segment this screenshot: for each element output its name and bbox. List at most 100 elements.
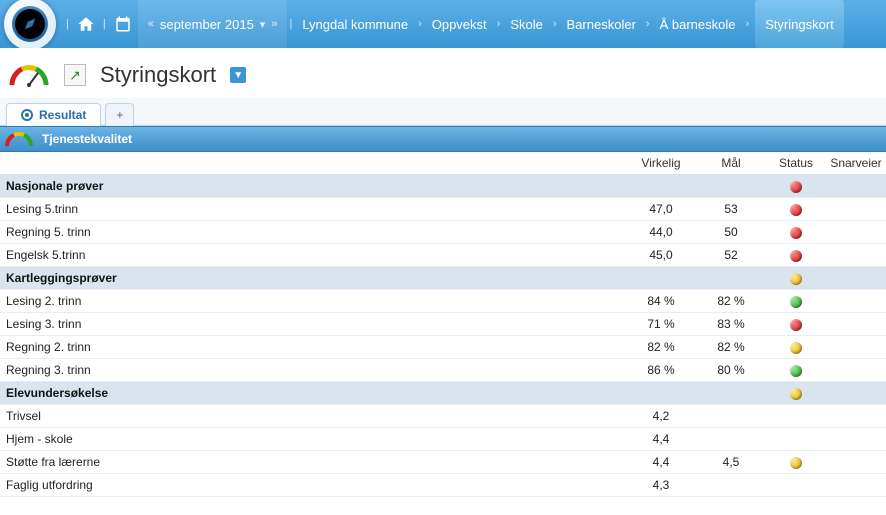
row-label: Lesing 3. trinn <box>0 313 626 336</box>
row-label: Lesing 5.trinn <box>0 198 626 221</box>
table-row[interactable]: Lesing 3. trinn71 %83 % <box>0 313 886 336</box>
tab-resultat[interactable]: Resultat <box>6 103 101 126</box>
row-snarveier <box>826 267 886 290</box>
top-bar: | | « september 2015 ▾ » | Lyngdal kommu… <box>0 0 886 48</box>
calendar-icon <box>114 15 132 33</box>
row-snarveier <box>826 290 886 313</box>
breadcrumb-item[interactable]: Oppvekst <box>424 0 495 48</box>
row-virkelig: 86 % <box>626 359 696 382</box>
chevron-down-icon: ▾ <box>260 18 266 31</box>
row-virkelig: 45,0 <box>626 244 696 267</box>
row-virkelig: 44,0 <box>626 221 696 244</box>
row-virkelig <box>626 175 696 198</box>
row-snarveier <box>826 474 886 497</box>
col-label <box>0 152 626 175</box>
divider: | <box>101 0 108 48</box>
row-maal <box>696 175 766 198</box>
status-led-green <box>790 365 802 377</box>
row-maal <box>696 267 766 290</box>
chevron-down-icon: ▼ <box>233 70 243 81</box>
table-row[interactable]: Lesing 2. trinn84 %82 % <box>0 290 886 313</box>
app-logo[interactable] <box>4 0 56 48</box>
row-status <box>766 336 826 359</box>
status-led-yellow <box>790 457 802 469</box>
row-status <box>766 198 826 221</box>
status-led-yellow <box>790 342 802 354</box>
row-label: Regning 2. trinn <box>0 336 626 359</box>
section-title: Tjenestekvalitet <box>42 132 132 146</box>
chevron-right-icon: › <box>743 18 751 30</box>
row-maal: 50 <box>696 221 766 244</box>
row-status <box>766 313 826 336</box>
tab-row: Resultat + <box>0 98 886 126</box>
row-virkelig: 84 % <box>626 290 696 313</box>
row-maal: 53 <box>696 198 766 221</box>
col-virkelig: Virkelig <box>626 152 696 175</box>
table-row[interactable]: Regning 2. trinn82 %82 % <box>0 336 886 359</box>
chevron-right-icon: › <box>416 18 424 30</box>
row-status <box>766 382 826 405</box>
gauge-icon <box>4 130 34 148</box>
col-snarveier: Snarveier <box>826 152 886 175</box>
table-group-row[interactable]: Kartleggingsprøver <box>0 267 886 290</box>
row-snarveier <box>826 382 886 405</box>
table-group-row[interactable]: Nasjonale prøver <box>0 175 886 198</box>
period-selector[interactable]: « september 2015 ▾ » <box>138 0 288 48</box>
row-virkelig: 82 % <box>626 336 696 359</box>
breadcrumb-current[interactable]: Styringskort <box>755 0 844 48</box>
status-led-red <box>790 204 802 216</box>
title-dropdown[interactable]: ▼ <box>230 67 246 83</box>
home-button[interactable] <box>71 0 101 48</box>
row-status <box>766 474 826 497</box>
table-row[interactable]: Lesing 5.trinn47,053 <box>0 198 886 221</box>
table-row[interactable]: Faglig utfordring4,3 <box>0 474 886 497</box>
table-row[interactable]: Regning 5. trinn44,050 <box>0 221 886 244</box>
breadcrumb-label: Å barneskole <box>660 17 736 32</box>
row-snarveier <box>826 198 886 221</box>
col-status: Status <box>766 152 826 175</box>
row-label: Trivsel <box>0 405 626 428</box>
row-snarveier <box>826 175 886 198</box>
row-maal: 83 % <box>696 313 766 336</box>
table-header-row: Virkelig Mål Status Snarveier <box>0 152 886 175</box>
table-row[interactable]: Regning 3. trinn86 %80 % <box>0 359 886 382</box>
table-group-row[interactable]: Elevundersøkelse <box>0 382 886 405</box>
chevron-left-icon: « <box>148 18 154 30</box>
row-status <box>766 267 826 290</box>
chevron-right-icon: › <box>551 18 559 30</box>
table-row[interactable]: Engelsk 5.trinn45,052 <box>0 244 886 267</box>
row-maal: 80 % <box>696 359 766 382</box>
breadcrumb-label: Barneskoler <box>567 17 636 32</box>
chevron-right-icon: › <box>495 18 503 30</box>
row-maal <box>696 474 766 497</box>
col-maal: Mål <box>696 152 766 175</box>
row-virkelig <box>626 382 696 405</box>
row-virkelig: 47,0 <box>626 198 696 221</box>
status-led-green <box>790 296 802 308</box>
breadcrumb-label: Skole <box>510 17 543 32</box>
breadcrumb-item[interactable]: Skole <box>502 0 551 48</box>
breadcrumb-item[interactable]: Å barneskole <box>652 0 744 48</box>
status-led-red <box>790 250 802 262</box>
page-title: Styringskort <box>100 62 216 88</box>
breadcrumb-item[interactable]: Barneskoler <box>559 0 644 48</box>
row-maal <box>696 428 766 451</box>
tab-add[interactable]: + <box>105 103 134 126</box>
row-status <box>766 359 826 382</box>
calendar-button[interactable] <box>108 0 138 48</box>
breadcrumb-label: Oppvekst <box>432 17 487 32</box>
row-maal: 4,5 <box>696 451 766 474</box>
table-row[interactable]: Støtte fra lærerne4,44,5 <box>0 451 886 474</box>
breadcrumb-item[interactable]: Lyngdal kommune <box>294 0 416 48</box>
row-snarveier <box>826 405 886 428</box>
row-snarveier <box>826 428 886 451</box>
row-label: Lesing 2. trinn <box>0 290 626 313</box>
row-status <box>766 290 826 313</box>
row-maal <box>696 382 766 405</box>
table-row[interactable]: Hjem - skole4,4 <box>0 428 886 451</box>
status-led-red <box>790 227 802 239</box>
expand-button[interactable]: ↗ <box>64 64 86 86</box>
period-label: september 2015 <box>160 17 254 32</box>
table-row[interactable]: Trivsel4,2 <box>0 405 886 428</box>
row-status <box>766 175 826 198</box>
